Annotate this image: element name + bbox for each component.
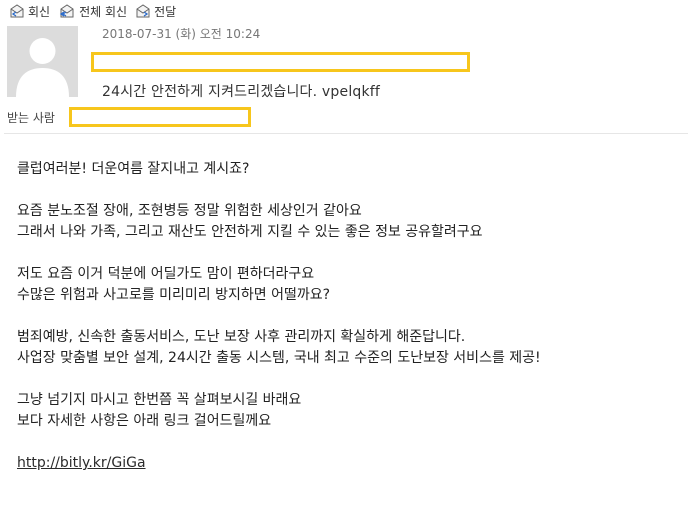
body-paragraph: 저도 요즘 이거 덕분에 어딜가도 맘이 편하더라구요 수많은 위험과 사고로를… xyxy=(17,264,541,306)
reply-button[interactable]: 회신 xyxy=(10,3,50,20)
envelope-reply-all-icon xyxy=(59,4,74,18)
forward-button[interactable]: 전달 xyxy=(136,3,176,20)
body-line: 클럽여러분! 더운여름 잘지내고 계시죠? xyxy=(17,161,250,177)
reply-all-button[interactable]: 전체 회신 xyxy=(59,3,127,20)
email-subject: 24시간 안전하게 지켜드리겠습니다. vpelqkff xyxy=(102,84,381,100)
body-paragraph: 요즘 분노조절 장애, 조현병등 정말 위험한 세상인거 같아요 그래서 나와 … xyxy=(17,201,541,243)
header-divider xyxy=(4,133,688,134)
body-line: 요즘 분노조절 장애, 조현병등 정말 위험한 세상인거 같아요 xyxy=(17,203,362,219)
envelope-reply-icon xyxy=(10,4,24,18)
body-line: 범죄예방, 신속한 출동서비스, 도난 보장 사후 관리까지 확실하게 해준답니… xyxy=(17,329,466,345)
body-link[interactable]: http://bitly.kr/GiGa xyxy=(17,455,146,471)
body-line: 저도 요즘 이거 덕분에 어딜가도 맘이 편하더라구요 xyxy=(17,266,315,282)
envelope-forward-icon xyxy=(136,4,150,18)
body-line: 보다 자세한 사항은 아래 링크 걸어드릴께요 xyxy=(17,413,272,429)
person-silhouette-icon xyxy=(16,38,69,97)
recipient-redaction-box xyxy=(69,107,251,127)
recipient-label: 받는 사람 xyxy=(7,111,55,125)
email-body: 클럽여러분! 더운여름 잘지내고 계시죠? 요즘 분노조절 장애, 조현병등 정… xyxy=(17,159,541,474)
sender-redaction-box xyxy=(91,52,470,72)
body-line: 수많은 위험과 사고로를 미리미리 방지하면 어떨까요? xyxy=(17,287,331,303)
body-paragraph: 그냥 넘기지 마시고 한번쯤 꼭 살펴보시길 바래요 보다 자세한 사항은 아래… xyxy=(17,390,541,432)
forward-label: 전달 xyxy=(154,4,177,19)
message-toolbar: 회신 전체 회신 전달 xyxy=(10,2,185,20)
body-line: 그래서 나와 가족, 그리고 재산도 안전하게 지킬 수 있는 좋은 정보 공유… xyxy=(17,224,483,240)
body-line: 그냥 넘기지 마시고 한번쯤 꼭 살펴보시길 바래요 xyxy=(17,392,302,408)
body-paragraph: 클럽여러분! 더운여름 잘지내고 계시죠? xyxy=(17,159,541,180)
reply-all-label: 전체 회신 xyxy=(79,4,128,19)
reply-label: 회신 xyxy=(28,4,51,19)
body-line: 사업장 맞춤별 보안 설계, 24시간 출동 시스템, 국내 최고 수준의 도난… xyxy=(17,350,541,366)
sent-date: 2018-07-31 (화) 오전 10:24 xyxy=(102,27,261,41)
avatar xyxy=(7,26,78,97)
body-paragraph: 범죄예방, 신속한 출동서비스, 도난 보장 사후 관리까지 확실하게 해준답니… xyxy=(17,327,541,369)
